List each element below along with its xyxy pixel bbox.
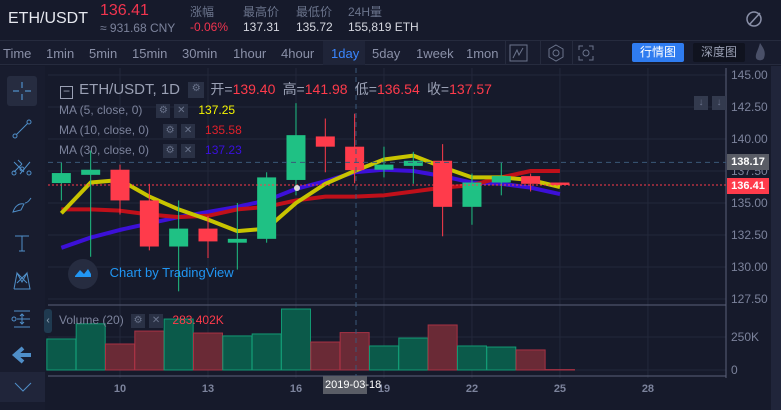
open-value: 139.40: [232, 81, 276, 97]
volume-bar: [222, 335, 253, 371]
candle-body: [491, 176, 511, 183]
volume-bar: [310, 341, 341, 371]
candle-body: [462, 182, 482, 207]
symbol-title: ETH/USDT, 1D: [79, 81, 181, 98]
right-scrollbar[interactable]: [771, 66, 781, 410]
high-label: 高=: [282, 81, 305, 97]
candle-body: [139, 200, 159, 247]
move-down-2-icon[interactable]: ↓: [712, 95, 726, 110]
ma-label: MA (5, close, 0): [59, 103, 143, 117]
crosshair-date-label: 2019-03-18: [323, 376, 381, 394]
volume-remove-icon[interactable]: ✕: [149, 313, 164, 328]
volume-bar: [105, 343, 135, 371]
volume-bar: [398, 337, 429, 371]
tradingview-logo-icon: [68, 259, 98, 289]
watermark-text: Chart by TradingView: [109, 265, 234, 281]
ma-label: MA (10, close, 0): [59, 123, 150, 137]
candle-body: [257, 177, 277, 239]
volume-bar: [339, 332, 370, 371]
volume-bar: [251, 333, 282, 371]
crosshair-price-label: 138.17: [727, 154, 769, 170]
price-tick-label: 132.50: [731, 228, 768, 242]
price-tick-label: 140.00: [731, 132, 768, 146]
ma-legend-row: MA (30, close, 0) ⚙ ✕ 137.23: [59, 143, 242, 158]
time-tick-label: 25: [554, 383, 566, 395]
ma-value: 137.25: [198, 103, 236, 117]
volume-tick-label: 250K: [731, 330, 759, 344]
ma-settings-icon[interactable]: ⚙: [156, 103, 171, 118]
price-tick-label: 142.50: [731, 100, 768, 114]
symbol-settings-icon[interactable]: ⚙: [188, 82, 205, 99]
ma-remove-icon[interactable]: ✕: [181, 123, 196, 138]
volume-label: Volume (20): [59, 313, 124, 327]
candle-body: [315, 136, 335, 147]
time-tick-label: 13: [202, 383, 214, 395]
volume-bar: [134, 330, 165, 371]
open-label: 开=: [210, 81, 233, 97]
candle-body: [51, 173, 71, 184]
volume-tick-label: 0: [731, 363, 738, 377]
price-chart[interactable]: 145.00142.50140.00137.50135.00132.50130.…: [0, 0, 781, 410]
candle-body: [521, 176, 541, 184]
close-label: 收=: [426, 81, 450, 97]
pane-arrows: ↓ ↓: [690, 94, 726, 112]
volume-bar: [368, 345, 399, 371]
ma-remove-icon[interactable]: ✕: [174, 103, 189, 118]
volume-bar: [456, 345, 487, 371]
volume-legend: Volume (20) ⚙ ✕ 283.402K: [59, 313, 224, 328]
ma-label: MA (30, close, 0): [59, 143, 150, 157]
candle-body: [198, 228, 218, 242]
last-price-label: 136.41: [727, 178, 769, 194]
volume-value: 283.402K: [172, 313, 224, 327]
time-tick-label: 10: [114, 383, 126, 395]
candle-body: [403, 160, 423, 166]
high-value: 141.98: [304, 81, 348, 97]
ma-remove-icon[interactable]: ✕: [181, 143, 196, 158]
volume-bar: [486, 346, 517, 371]
tradingview-watermark[interactable]: Chart by TradingView: [68, 259, 234, 289]
volume-bar: [280, 308, 311, 371]
ma-value: 135.58: [205, 123, 242, 137]
candle-body: [433, 160, 453, 207]
volume-bar: [46, 338, 77, 371]
price-tick-label: 145.00: [731, 68, 768, 82]
close-value: 137.57: [449, 81, 492, 97]
ma-settings-icon[interactable]: ⚙: [163, 123, 178, 138]
ma-legend-row: MA (10, close, 0) ⚙ ✕ 135.58: [59, 123, 242, 138]
crosshair-point: [294, 185, 300, 191]
candle-body: [374, 164, 394, 170]
price-tick-label: 127.50: [731, 292, 768, 306]
candle-body: [286, 135, 306, 180]
time-tick-label: 16: [290, 383, 302, 395]
price-tick-label: 135.00: [731, 196, 768, 210]
price-tick-label: 130.00: [731, 260, 768, 274]
collapse-legend-icon[interactable]: −: [60, 85, 73, 99]
ma-settings-icon[interactable]: ⚙: [163, 143, 178, 158]
volume-bar: [515, 349, 546, 371]
volume-bar: [192, 332, 223, 371]
candle-body: [345, 146, 365, 171]
volume-settings-icon[interactable]: ⚙: [131, 313, 146, 328]
candle-body: [169, 228, 189, 247]
chart-legend-title-row: − ETH/USDT, 1D ⚙ 开=139.40 高=141.98 低=136…: [60, 79, 492, 99]
candle-body: [227, 238, 247, 243]
ma-value: 137.23: [205, 143, 242, 157]
candle-body: [81, 169, 101, 175]
low-value: 136.54: [376, 81, 420, 97]
time-tick-label: 22: [466, 383, 478, 395]
volume-bar: [75, 323, 106, 371]
low-label: 低=: [354, 81, 377, 97]
move-down-icon[interactable]: ↓: [694, 95, 708, 110]
collapse-pane-button[interactable]: ‹: [44, 309, 52, 333]
volume-bar: [427, 324, 458, 371]
ma-legend-row: MA (5, close, 0) ⚙ ✕ 137.25: [59, 103, 235, 118]
time-tick-label: 28: [642, 383, 654, 395]
ma5-line: [59, 153, 561, 234]
